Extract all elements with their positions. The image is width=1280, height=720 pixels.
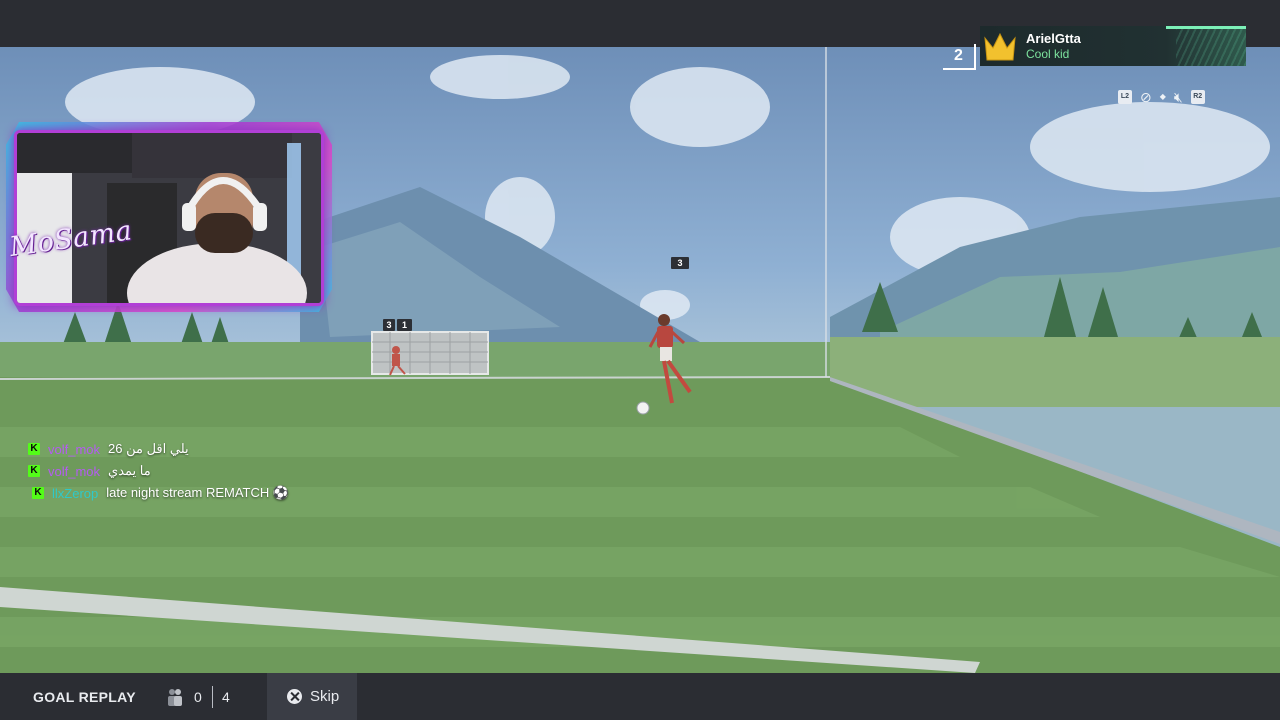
r2-button-icon[interactable]: R2 (1190, 90, 1205, 104)
skip-button[interactable]: Skip (267, 673, 357, 720)
card-accent-line (1166, 26, 1246, 29)
dot-icon: ◆ (1159, 92, 1166, 101)
stream-chat: K volf_mok يلي اقل من 26 K volf_mok ما ي… (28, 438, 289, 504)
replay-bar: GOAL REPLAY 0 4 Skip (0, 673, 1280, 720)
webcam-feed (14, 130, 324, 306)
team-players-icon (168, 689, 182, 706)
mute-icon[interactable]: 🔇︎ (1174, 89, 1183, 105)
ball (636, 401, 650, 415)
flower-field (830, 337, 1280, 407)
card-stripe-decoration (1176, 26, 1246, 66)
streamer-webcam: MoSama (6, 122, 332, 312)
player-title: Cool kid (1026, 47, 1070, 61)
cross-button-icon (287, 689, 302, 704)
l2-button-icon[interactable]: L2 (1118, 90, 1132, 104)
goal-marker-right: 1 (397, 319, 412, 331)
kick-badge-icon: K (28, 465, 40, 477)
kick-badge-icon: K (28, 443, 40, 455)
kick-badge-icon: K (32, 487, 44, 499)
away-score: 4 (222, 689, 230, 705)
chat-text: يلي اقل من 26 (108, 441, 189, 456)
camera-off-icon[interactable]: ⊘ (1140, 89, 1152, 105)
chat-text: late night stream REMATCH ⚽ (106, 485, 290, 500)
chat-message: K llxZerop late night stream REMATCH ⚽ (32, 482, 289, 504)
player-name: ArielGtta (1026, 31, 1081, 46)
player-rank: 2 (943, 44, 976, 70)
score-divider (212, 686, 213, 708)
player-card: ArielGtta Cool kid (980, 26, 1246, 66)
goal-marker-left: 3 (383, 319, 395, 331)
crown-icon (984, 32, 1016, 61)
chat-message: K volf_mok يلي اقل من 26 (28, 438, 289, 460)
chat-username: volf_mok (48, 441, 101, 457)
skip-label: Skip (310, 688, 340, 705)
chat-username: volf_mok (48, 463, 101, 479)
hud-controls: L2 ⊘ ◆ 🔇︎ R2 (1118, 88, 1246, 106)
webcam-scene (17, 133, 321, 303)
chat-username: llxZerop (52, 485, 99, 501)
player-marker-3: 3 (671, 257, 689, 269)
mode-label: GOAL REPLAY (33, 689, 136, 705)
home-score: 0 (194, 689, 202, 705)
chat-text: ما يمدي (108, 463, 151, 478)
chat-message: K volf_mok ما يمدي (28, 460, 289, 482)
